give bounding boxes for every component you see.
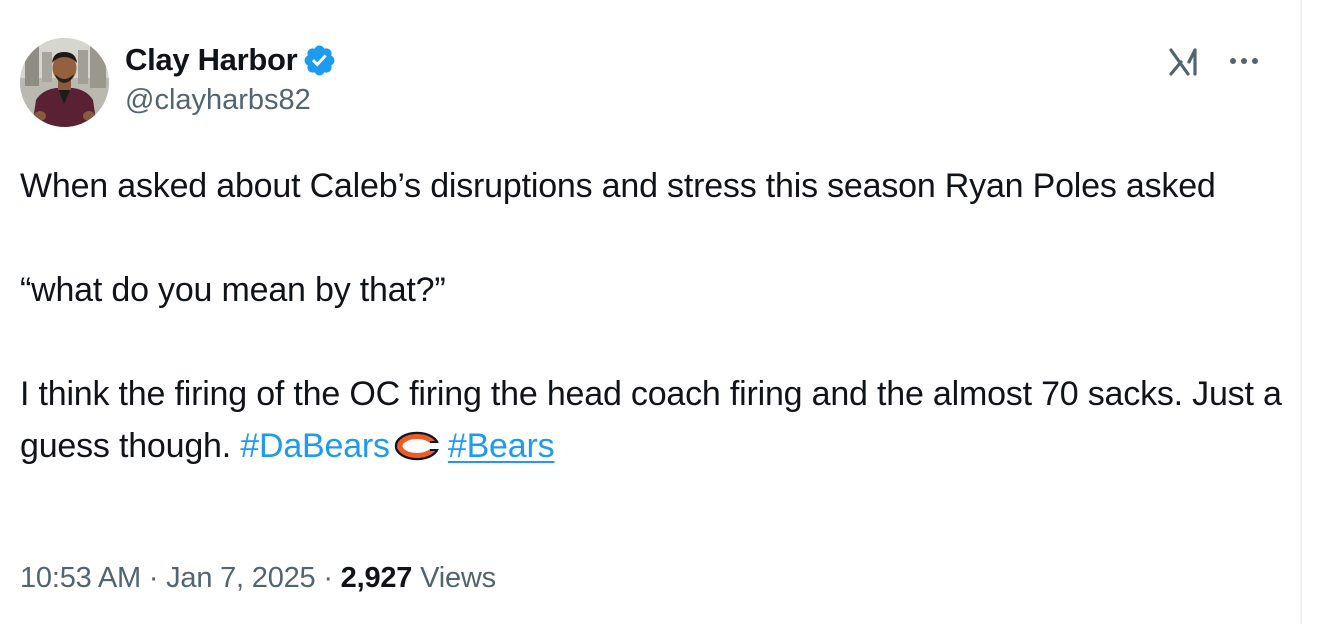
tweet-card: Clay Harbor @clayharbs82 When asked abou… [0,0,1300,624]
views-count: 2,927 [340,562,413,594]
tweet-text-line1: When asked about Caleb’s disruptions and… [20,167,1216,205]
tweet-text: When asked about Caleb’s disruptions and… [20,160,1290,472]
grok-icon[interactable] [1167,44,1201,78]
timeline-border [1300,0,1302,624]
verified-badge-icon[interactable] [302,43,337,78]
hashtag-bears-link[interactable]: #Bears [448,427,555,465]
author-name-row: Clay Harbor [125,40,337,80]
tweet-text-line3: I think the firing of the OC firing the … [20,375,1291,465]
tweet-time[interactable]: 10:53 AM [20,562,141,594]
views-label: Views [412,562,496,594]
bears-c-logo-icon [394,424,440,461]
author-handle[interactable]: @clayharbs82 [125,84,311,117]
author-display-name[interactable]: Clay Harbor [125,42,298,78]
tweet-text-quote: “what do you mean by that?” [20,271,446,309]
hashtag-dabears-link[interactable]: #DaBears [240,427,390,465]
tweet-date[interactable]: Jan 7, 2025 [166,562,316,594]
tweet-meta: 10:53 AM · Jan 7, 2025 · 2,927 Views [20,562,496,595]
meta-separator: · [315,562,341,594]
avatar[interactable] [20,38,109,127]
meta-separator: · [140,562,167,594]
more-options-icon[interactable] [1226,47,1262,75]
